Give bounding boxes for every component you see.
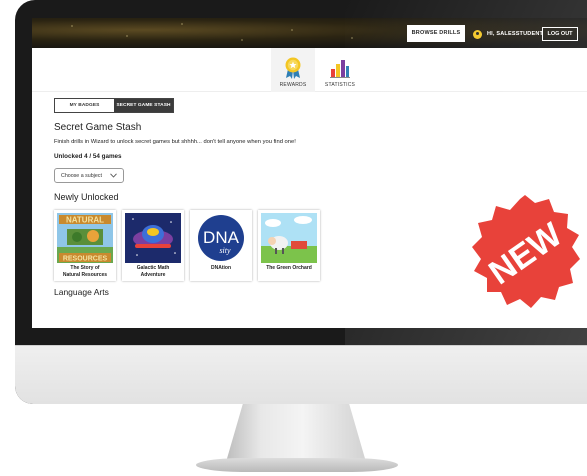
game-thumbnail: DNA sity: [193, 213, 249, 263]
my-badges-toggle[interactable]: MY BADGES: [55, 99, 114, 112]
game-thumbnail: [125, 213, 181, 263]
monitor-stand-neck: [226, 404, 366, 462]
award-ribbon-icon: [285, 57, 301, 79]
secret-stash-toggle[interactable]: SECRET GAME STASH: [114, 99, 173, 112]
page-description: Finish drills in Wizard to unlock secret…: [54, 139, 296, 145]
user-greeting[interactable]: HI, SALESSTUDENT: [473, 27, 543, 41]
logout-button[interactable]: LOG OUT: [542, 27, 578, 41]
greeting-text: HI, SALESSTUDENT: [487, 31, 544, 37]
subject-select[interactable]: Choose a subject: [54, 168, 124, 183]
stash-toggle: MY BADGES SECRET GAME STASH: [54, 98, 174, 113]
game-thumbnail: NATURAL RESOURCES: [57, 213, 113, 263]
monitor-stand-foot: [196, 458, 398, 472]
tab-statistics[interactable]: STATISTICS: [318, 48, 362, 92]
dna-logo-text: DNA: [203, 228, 240, 247]
game-title: The Green Orchard: [266, 265, 312, 271]
top-bar: BROWSE DRILLS HI, SALESSTUDENT LOG OUT: [32, 18, 587, 48]
game-title: DNAtion: [211, 265, 231, 271]
monitor-chin: [15, 345, 587, 404]
game-title: The Story of Natural Resources: [62, 265, 108, 278]
tab-rewards-label: REWARDS: [279, 82, 307, 88]
game-thumbnail: [261, 213, 317, 263]
game-title: Galactic Math Adventure: [136, 265, 170, 278]
page-title: Secret Game Stash: [54, 122, 142, 133]
dna-logo-subtext: sity: [219, 246, 231, 255]
natural-title-text: NATURAL: [66, 216, 104, 225]
tab-statistics-label: STATISTICS: [324, 82, 356, 88]
bar-chart-icon: [330, 60, 350, 78]
user-icon: [473, 29, 482, 39]
game-card-green-orchard[interactable]: The Green Orchard: [258, 210, 320, 281]
rewards-nav: REWARDS STATISTICS: [32, 48, 587, 92]
resources-title-text: RESOURCES: [63, 256, 108, 263]
game-card-galactic-math[interactable]: Galactic Math Adventure: [122, 210, 184, 281]
browse-drills-button[interactable]: BROWSE DRILLS: [407, 25, 465, 42]
tab-rewards[interactable]: REWARDS: [271, 48, 315, 92]
chevron-down-icon: [110, 173, 117, 178]
game-card-natural-resources[interactable]: NATURAL RESOURCES The Story of Natural R…: [54, 210, 116, 281]
subject-select-value: Choose a subject: [61, 172, 102, 179]
new-badge: NEW: [472, 195, 580, 308]
unlocked-count: Unlocked 4 / 54 games: [54, 153, 122, 160]
game-card-dnation[interactable]: DNA sity DNAtion: [190, 210, 252, 281]
